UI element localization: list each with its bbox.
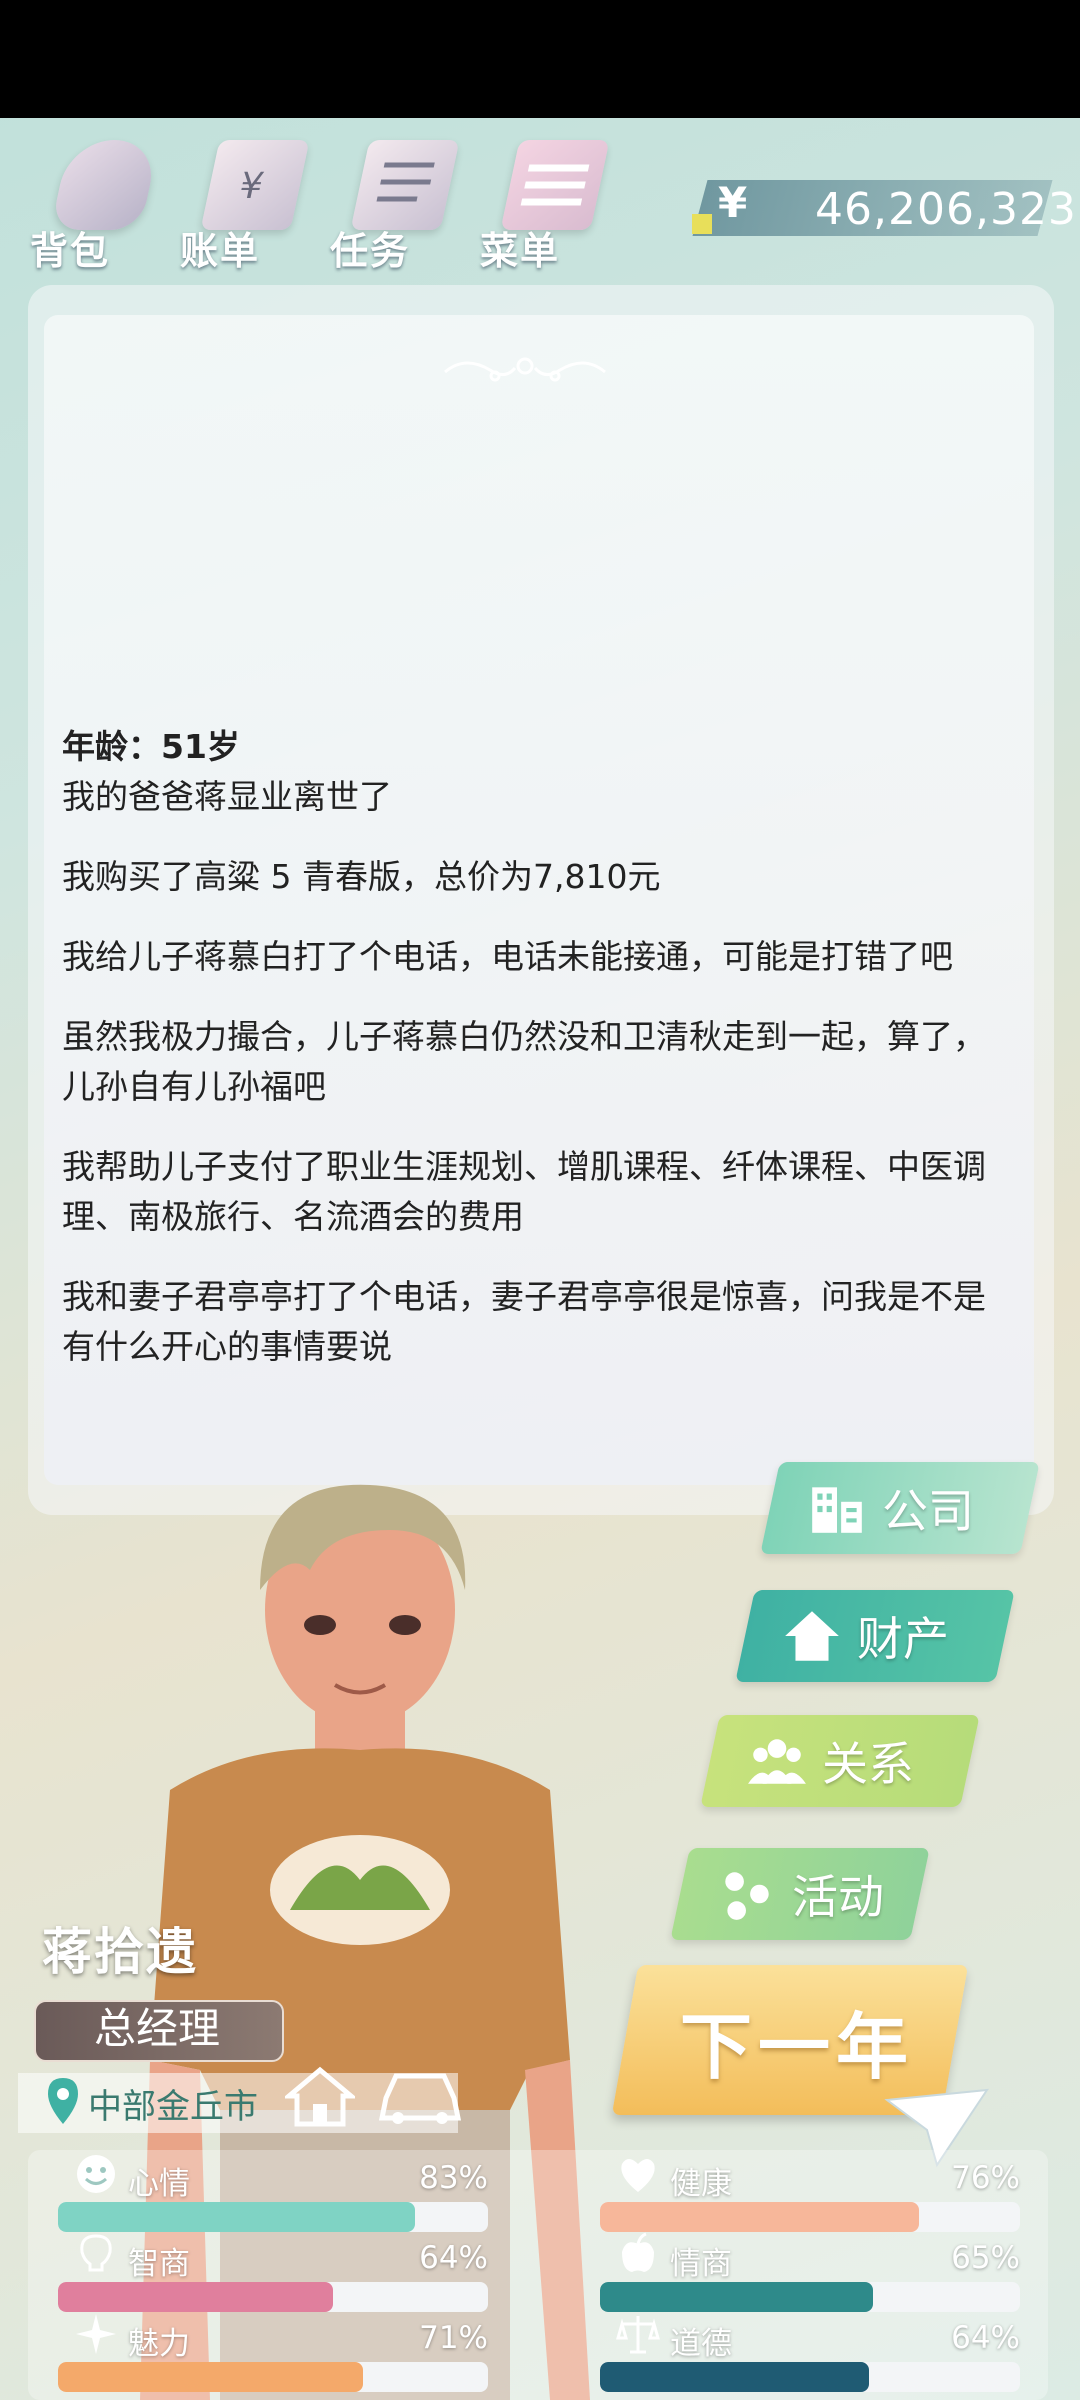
stat-mood: 心情 83% bbox=[58, 2155, 488, 2238]
apple-icon bbox=[622, 2232, 654, 2272]
property-button[interactable]: 财产 bbox=[735, 1590, 1015, 1682]
stat-label: 道德 bbox=[670, 2326, 732, 2362]
stat-label: 情商 bbox=[670, 2246, 732, 2282]
ornament-icon bbox=[444, 357, 606, 382]
relations-label: 关系 bbox=[822, 1737, 914, 1791]
stat-value: 65% bbox=[951, 2240, 1020, 2276]
story-event: 我购买了高粱 5 青春版，总价为7,810元 bbox=[62, 857, 661, 896]
stat-fill bbox=[58, 2202, 415, 2232]
money-deco bbox=[692, 214, 712, 234]
age-line: 年龄：51岁 bbox=[62, 727, 240, 766]
tasks-button[interactable]: 任务 bbox=[330, 130, 460, 273]
company-button[interactable]: 公司 bbox=[760, 1462, 1040, 1554]
story-event: 我帮助儿子支付了职业生涯规划、增肌课程、纤体课程、中医调理、南极旅行、名流酒会的… bbox=[62, 1147, 986, 1236]
stat-bar bbox=[58, 2362, 488, 2392]
bill-icon: ¥ bbox=[200, 140, 310, 230]
location-pin-icon bbox=[48, 2078, 78, 2124]
job-title: 总经理 bbox=[93, 2004, 220, 2053]
story-event: 我给儿子蒋慕白打了个电话，电话未能接通，可能是打错了吧 bbox=[62, 937, 953, 976]
menu-icon bbox=[500, 140, 610, 230]
people-icon bbox=[748, 1739, 806, 1784]
stat-eq: 情商 65% bbox=[600, 2232, 1020, 2318]
bills-button[interactable]: ¥ 账单 bbox=[180, 130, 310, 273]
house-icon bbox=[785, 1611, 839, 1661]
task-list-icon bbox=[350, 140, 460, 230]
svg-text:¥: ¥ bbox=[235, 164, 267, 207]
bag-label: 背包 bbox=[30, 229, 111, 273]
story-event: 虽然我极力撮合，儿子蒋慕白仍然没和卫清秋走到一起，算了，儿孙自有儿孙福吧 bbox=[62, 1017, 986, 1106]
car-icon[interactable] bbox=[378, 2066, 463, 2128]
stat-health: 健康 76% bbox=[600, 2158, 1020, 2238]
stat-bar bbox=[58, 2202, 488, 2232]
character-name: 蒋拾遗 bbox=[42, 1923, 198, 1981]
stat-fill bbox=[58, 2282, 334, 2312]
building-icon bbox=[812, 1487, 862, 1533]
stat-value: 64% bbox=[951, 2320, 1020, 2356]
stat-morality: 道德 64% bbox=[600, 2316, 1020, 2398]
tasks-label: 任务 bbox=[330, 229, 411, 273]
sparkle-icon bbox=[76, 2314, 116, 2354]
company-label: 公司 bbox=[882, 1484, 974, 1538]
activities-label: 活动 bbox=[792, 1870, 884, 1924]
yen-icon: ¥ bbox=[718, 178, 748, 227]
stat-fill bbox=[600, 2282, 873, 2312]
stat-label: 智商 bbox=[128, 2246, 190, 2282]
heart-icon bbox=[621, 2159, 655, 2192]
stat-label: 健康 bbox=[670, 2166, 732, 2202]
next-year-label: 下一年 bbox=[680, 2005, 915, 2089]
stat-iq: 智商 64% bbox=[58, 2234, 488, 2318]
stat-fill bbox=[58, 2362, 364, 2392]
menu-button[interactable]: 菜单 bbox=[480, 130, 610, 273]
relations-button[interactable]: 关系 bbox=[700, 1715, 980, 1807]
bills-label: 账单 bbox=[180, 229, 261, 273]
story-log: 年龄：51岁 我的爸爸蒋显业离世了 我购买了高粱 5 青春版，总价为7,810元… bbox=[62, 722, 992, 1402]
stat-fill bbox=[600, 2362, 869, 2392]
lightbulb-icon bbox=[80, 2234, 112, 2272]
activities-button[interactable]: 活动 bbox=[670, 1848, 930, 1940]
menu-label: 菜单 bbox=[480, 229, 561, 273]
status-bar bbox=[0, 0, 1080, 118]
stat-value: 71% bbox=[419, 2320, 488, 2356]
money-amount: 46,206,323 bbox=[815, 184, 1077, 235]
stat-value: 64% bbox=[419, 2240, 488, 2276]
stat-bar bbox=[58, 2282, 488, 2312]
stat-charm: 魅力 71% bbox=[58, 2314, 488, 2398]
scale-icon bbox=[616, 2316, 660, 2354]
stat-value: 83% bbox=[419, 2160, 488, 2196]
property-label: 财产 bbox=[857, 1612, 949, 1666]
stat-value: 76% bbox=[951, 2160, 1020, 2196]
story-event: 我和妻子君亭亭打了个电话，妻子君亭亭很是惊喜，问我是不是有什么开心的事情要说 bbox=[62, 1277, 986, 1366]
home-icon[interactable] bbox=[285, 2066, 355, 2128]
story-event: 我的爸爸蒋显业离世了 bbox=[62, 777, 392, 816]
molecule-icon bbox=[725, 1872, 769, 1920]
stat-bar bbox=[600, 2202, 1020, 2232]
stat-fill bbox=[600, 2202, 920, 2232]
stat-label: 魅力 bbox=[128, 2326, 190, 2362]
stat-bar bbox=[600, 2282, 1020, 2312]
bag-button[interactable]: 背包 bbox=[30, 130, 160, 273]
stat-bar bbox=[600, 2362, 1020, 2392]
bag-icon bbox=[50, 140, 160, 230]
smile-icon bbox=[77, 2155, 115, 2193]
location-text: 中部金丘市 bbox=[88, 2087, 258, 2127]
stat-label: 心情 bbox=[128, 2166, 190, 2202]
